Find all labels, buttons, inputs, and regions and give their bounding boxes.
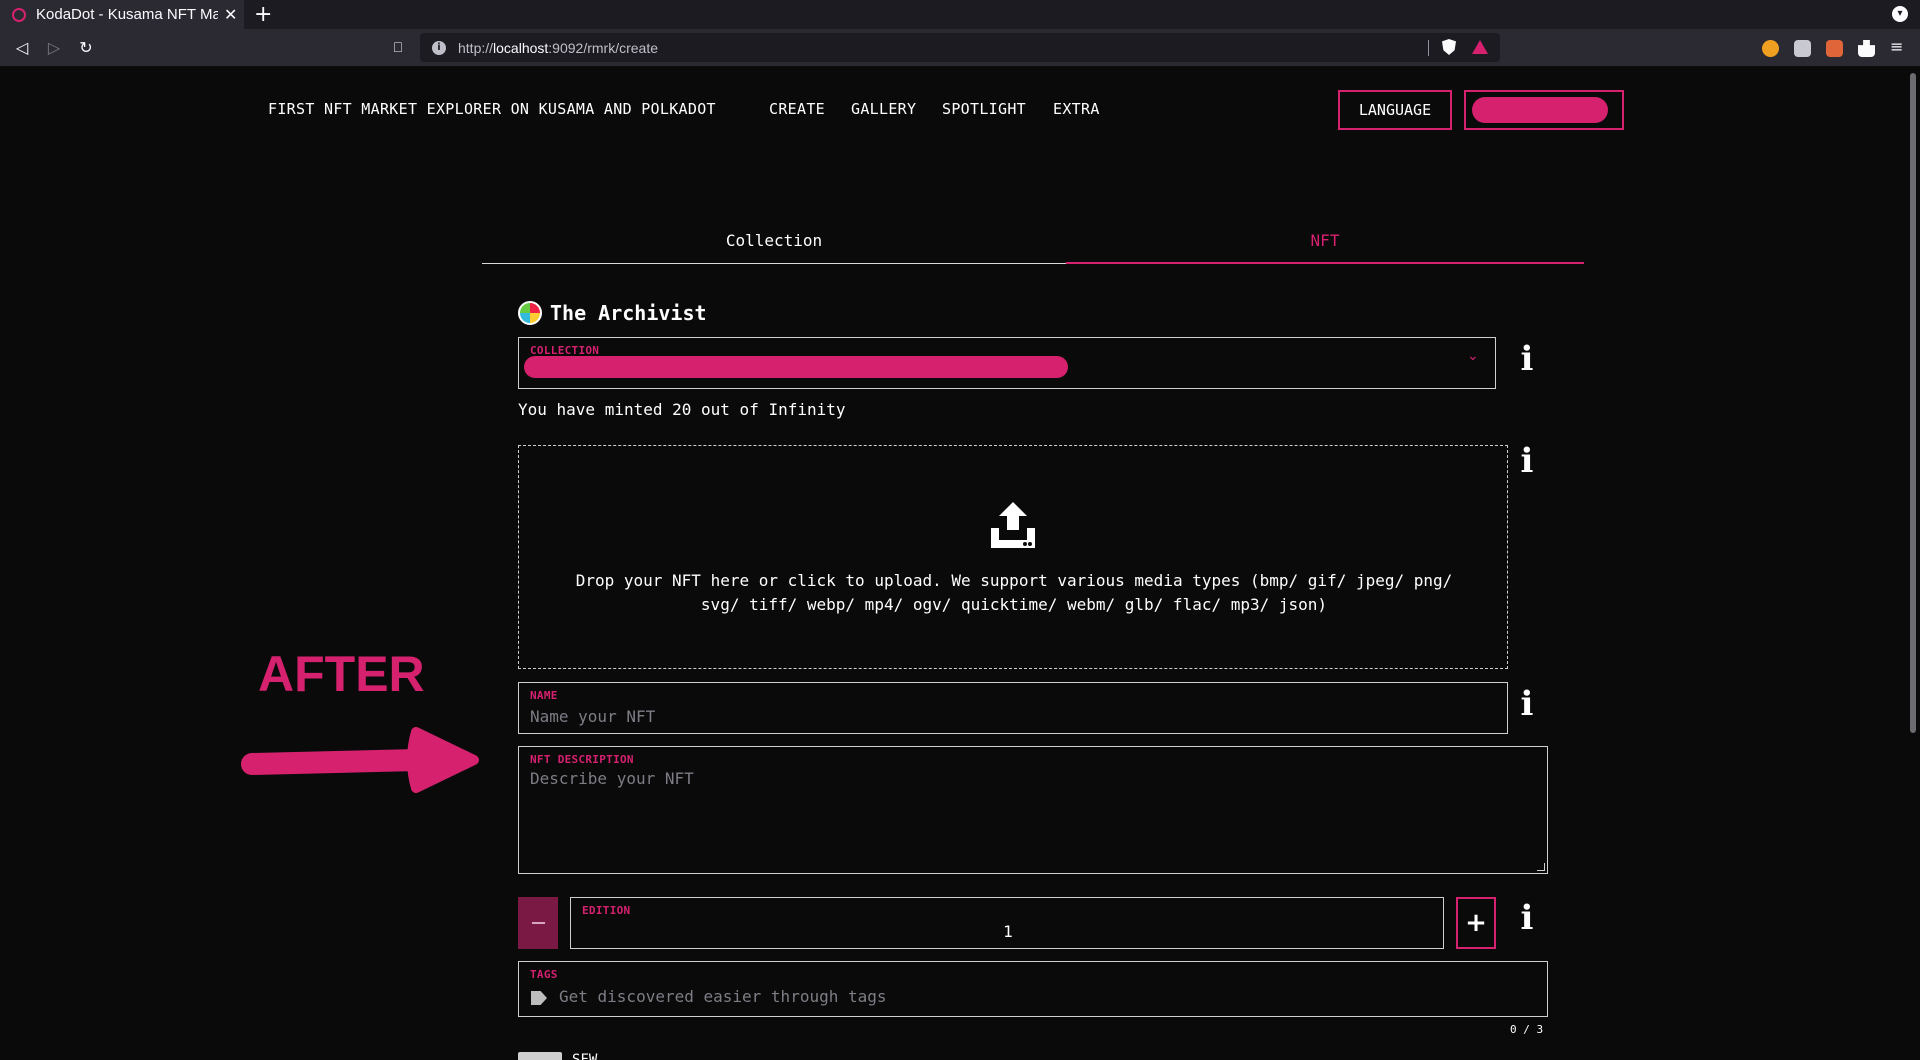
site-header: FIRST NFT MARKET EXPLORER ON KUSAMA AND … xyxy=(268,90,1624,130)
description-label: NFT DESCRIPTION xyxy=(530,753,634,766)
create-tabs: Collection NFT xyxy=(482,228,1584,264)
nav-extra[interactable]: EXTRA xyxy=(1053,100,1100,118)
nav-gallery[interactable]: GALLERY xyxy=(851,100,916,118)
site-logo[interactable]: FIRST NFT MARKET EXPLORER ON KUSAMA AND … xyxy=(268,100,716,118)
url-text[interactable]: http://localhost:9092/rmrk/create xyxy=(458,40,658,56)
tab-collection[interactable]: Collection xyxy=(482,228,1066,264)
browser-tab-title: KodaDot - Kusama NFT Market xyxy=(36,6,218,23)
brave-shield-icon[interactable] xyxy=(1442,39,1456,55)
back-arrow-icon[interactable]: ◁ xyxy=(10,36,34,60)
extension-tv-icon[interactable] xyxy=(1826,40,1843,57)
owner-identity: The Archivist xyxy=(518,300,707,326)
new-tab-icon[interactable]: + xyxy=(254,2,272,27)
textarea-resize-handle[interactable] xyxy=(1537,863,1545,871)
edition-decrement-button[interactable] xyxy=(518,897,558,949)
tags-input[interactable]: Get discovered easier through tags xyxy=(559,987,887,1006)
url-prefix: http:// xyxy=(458,39,494,56)
tags-field[interactable]: TAGS Get discovered easier through tags xyxy=(518,961,1548,1017)
tab-nft[interactable]: NFT xyxy=(1066,228,1584,264)
bookmark-icon[interactable]: ⎕ xyxy=(387,36,409,60)
nft-description-field[interactable]: NFT DESCRIPTION Describe your NFT xyxy=(518,746,1548,874)
owner-name: The Archivist xyxy=(550,301,707,325)
sfw-label: SFW xyxy=(572,1052,598,1060)
tags-counter: 0 / 3 xyxy=(1510,1023,1544,1036)
nav-spotlight[interactable]: SPOTLIGHT xyxy=(942,100,1026,118)
chevron-down-icon[interactable]: ⌄ xyxy=(1467,348,1479,364)
tab-list-chevron-icon[interactable]: ▾ xyxy=(1892,6,1908,22)
browser-toolbar: ◁ ▷ ↻ ⎕ i http://localhost:9092/rmrk/cre… xyxy=(0,29,1920,67)
page-scrollbar[interactable] xyxy=(1906,67,1920,1060)
extensions-puzzle-icon[interactable] xyxy=(1858,40,1875,57)
hamburger-menu-icon[interactable]: ≡ xyxy=(1890,37,1903,56)
wallet-address-redacted xyxy=(1472,97,1608,123)
extension-cube-icon[interactable] xyxy=(1794,40,1811,57)
minted-count-text: You have minted 20 out of Infinity xyxy=(518,400,846,419)
kodadot-favicon-icon xyxy=(12,7,26,22)
language-button[interactable]: LANGUAGE xyxy=(1338,90,1452,130)
edition-increment-button[interactable]: + xyxy=(1456,897,1496,949)
name-input[interactable]: Name your NFT xyxy=(530,707,655,726)
wallet-account-button[interactable] xyxy=(1464,90,1624,130)
site-info-icon[interactable]: i xyxy=(432,40,446,55)
description-textarea[interactable]: Describe your NFT xyxy=(530,769,694,788)
collection-info-icon[interactable]: i xyxy=(1518,342,1536,376)
address-bar[interactable]: i http://localhost:9092/rmrk/create xyxy=(420,33,1500,62)
extension-coin-icon[interactable] xyxy=(1762,40,1779,57)
name-label: NAME xyxy=(530,689,558,702)
sfw-toggle[interactable] xyxy=(518,1052,562,1060)
tag-icon xyxy=(531,991,547,1005)
upload-info-icon[interactable]: i xyxy=(1518,444,1536,478)
edition-info-icon[interactable]: i xyxy=(1518,901,1536,935)
url-separator xyxy=(1428,40,1429,56)
close-tab-icon[interactable]: ✕ xyxy=(224,5,237,24)
forward-arrow-icon[interactable]: ▷ xyxy=(42,36,66,60)
reload-icon[interactable]: ↻ xyxy=(74,36,98,60)
browser-tab[interactable]: KodaDot - Kusama NFT Market ✕ xyxy=(0,0,244,29)
edition-field[interactable]: EDITION 1 xyxy=(570,897,1444,949)
annotation-arrow-icon xyxy=(241,727,479,793)
nft-name-field[interactable]: NAME Name your NFT xyxy=(518,682,1508,734)
nav-create[interactable]: CREATE xyxy=(769,100,825,118)
collection-select[interactable]: COLLECTION ⌄ xyxy=(518,337,1496,389)
after-annotation: AFTER xyxy=(258,646,425,702)
url-host: localhost xyxy=(493,39,549,56)
browser-tab-bar: KodaDot - Kusama NFT Market ✕ + ▾ xyxy=(0,0,1920,29)
url-path: :9092/rmrk/create xyxy=(548,39,659,56)
name-info-icon[interactable]: i xyxy=(1518,687,1536,721)
scrollbar-thumb[interactable] xyxy=(1910,73,1916,733)
upload-dropzone[interactable]: Drop your NFT here or click to upload. W… xyxy=(518,445,1508,669)
avatar xyxy=(518,301,542,325)
brave-rewards-icon[interactable] xyxy=(1472,40,1488,54)
upload-instructions: Drop your NFT here or click to upload. W… xyxy=(575,571,1453,614)
tags-label: TAGS xyxy=(530,968,558,981)
upload-icon xyxy=(991,502,1035,548)
edition-label: EDITION xyxy=(582,904,631,917)
edition-input[interactable]: 1 xyxy=(571,922,1445,941)
collection-value-redacted xyxy=(524,356,1068,378)
